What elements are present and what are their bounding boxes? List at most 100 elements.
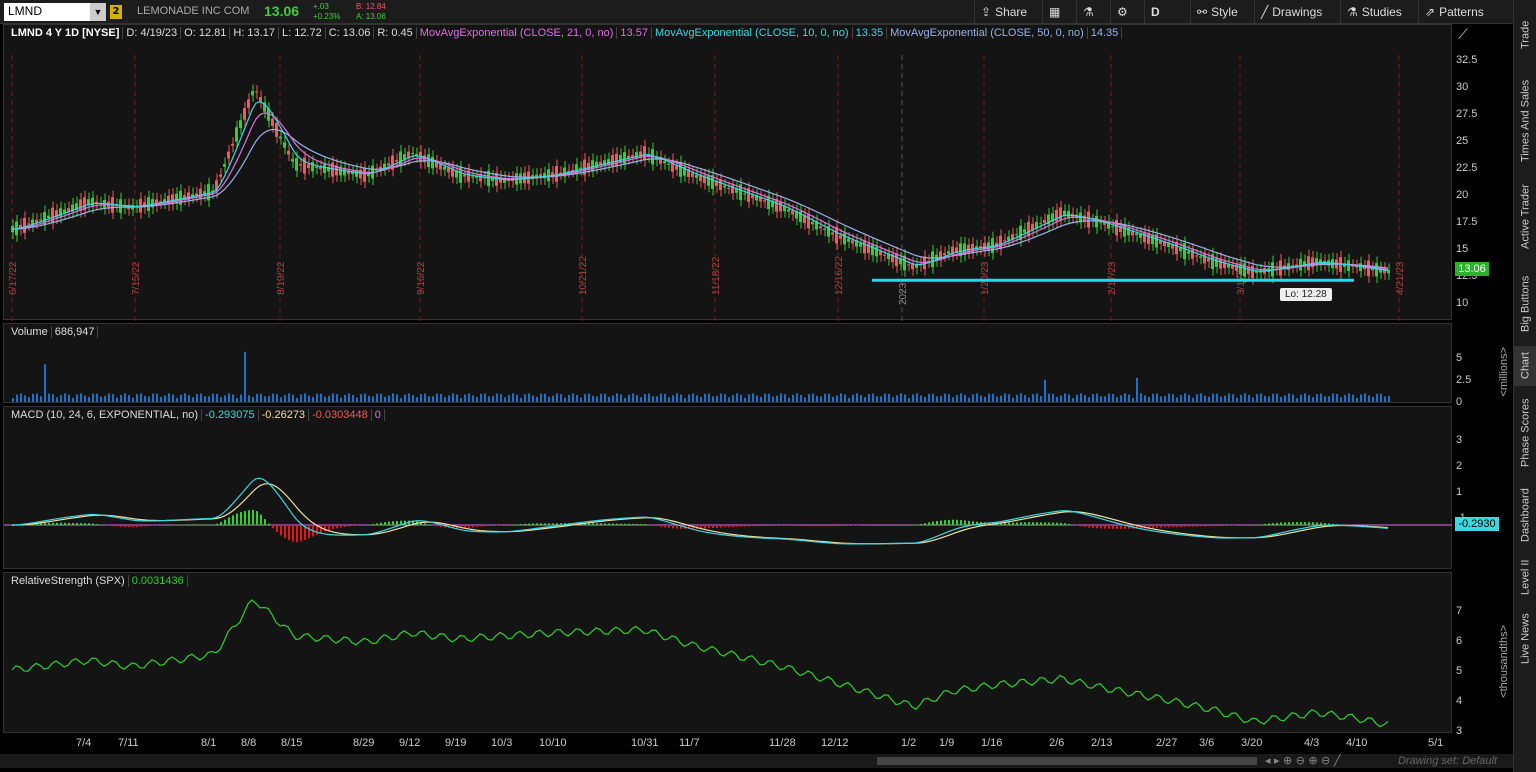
- macd-histogram-bar: [1272, 523, 1274, 525]
- volume-bar: [732, 395, 734, 402]
- volume-bar: [1024, 394, 1026, 402]
- sidebar-tab-times-and-sales[interactable]: Times And Sales: [1514, 72, 1536, 170]
- volume-bar: [1216, 393, 1218, 402]
- macd-histogram-bar: [1284, 522, 1286, 525]
- symbol-input[interactable]: LMND ▼: [4, 3, 106, 21]
- candle-body: [231, 143, 234, 146]
- flask-button[interactable]: ⚗: [1076, 0, 1104, 24]
- macd-histogram-bar: [340, 525, 342, 528]
- volume-bar: [668, 397, 670, 402]
- volume-bar: [44, 364, 46, 402]
- macd-pane[interactable]: MACD (10, 24, 6, EXPONENTIAL, no) -0.2930…: [3, 406, 1453, 570]
- symbol-dropdown-icon[interactable]: ▼: [90, 3, 106, 21]
- volume-bar: [1264, 395, 1266, 402]
- volume-chart[interactable]: [4, 324, 1453, 404]
- volume-bar: [1036, 393, 1038, 402]
- sidebar-tab-big-buttons[interactable]: Big Buttons: [1514, 264, 1536, 344]
- volume-pane[interactable]: Volume 686,947: [3, 323, 1452, 403]
- macd-histogram-bar: [184, 524, 186, 525]
- period-button[interactable]: D: [1144, 0, 1166, 24]
- candle-body: [387, 163, 390, 166]
- macd-histogram-bar: [112, 525, 114, 527]
- volume-bar: [1168, 393, 1170, 402]
- share-button[interactable]: ⇪ Share: [974, 0, 1033, 24]
- macd-histogram-bar: [336, 525, 338, 529]
- sidebar-tab-trade[interactable]: Trade: [1514, 0, 1536, 70]
- x-tick-label: 3/20: [1241, 737, 1263, 749]
- horizontal-scrollbar[interactable]: ◂ ▸ ⊕ ⊖ ⊕ ⊖ ╱ Drawing set: Default: [0, 754, 1513, 768]
- volume-bar: [1228, 393, 1230, 402]
- volume-bar: [908, 398, 910, 402]
- volume-bar: [812, 393, 814, 402]
- candle-body: [931, 251, 934, 268]
- zoom-controls[interactable]: ◂ ▸ ⊕ ⊖ ⊕ ⊖ ╱: [1265, 754, 1341, 767]
- sidebar-tab-level-ii[interactable]: Level II: [1514, 552, 1536, 602]
- scroll-thumb[interactable]: [877, 757, 1257, 765]
- macd-histogram-bar: [1056, 522, 1058, 525]
- draw-tool-icon[interactable]: ⟋: [1458, 27, 1468, 43]
- link-group-badge[interactable]: 2: [110, 5, 122, 19]
- studies-button[interactable]: ⚗ Studies: [1340, 0, 1408, 24]
- macd-histogram-bar: [80, 523, 82, 525]
- volume-bar: [1292, 394, 1294, 402]
- time-axis[interactable]: 7/4 7/11 8/1 8/8 8/15 8/29 9/12 9/19 10/3 10/10 10…: [3, 733, 1452, 753]
- volume-bar: [1112, 393, 1114, 402]
- rs-pane[interactable]: RelativeStrength (SPX) 0.0031436: [3, 572, 1452, 733]
- macd-histogram-bar: [744, 525, 746, 527]
- volume-bar: [284, 395, 286, 402]
- style-button[interactable]: ⚯ Style: [1190, 0, 1244, 24]
- grid-button[interactable]: ▦: [1042, 0, 1070, 24]
- axis-tick-label: 4: [1456, 695, 1463, 707]
- candle-body: [1219, 258, 1222, 269]
- macd-histogram-bar: [620, 523, 622, 525]
- price-chart[interactable]: 6/17/22 7/15/22 8/19/22 9/16/22 10/21/22 11/1…: [4, 25, 1453, 321]
- volume-bar: [848, 397, 850, 402]
- volume-bar: [444, 397, 446, 402]
- rs-chart[interactable]: [4, 573, 1453, 734]
- macd-histogram-bar: [628, 523, 630, 525]
- volume-bar: [1308, 395, 1310, 402]
- volume-bar: [948, 394, 950, 402]
- macd-histogram-bar: [280, 525, 282, 536]
- macd-axis[interactable]: 321-1: [1452, 406, 1513, 569]
- drawings-label: Drawings: [1272, 5, 1323, 19]
- last-price: 13.06: [264, 3, 300, 19]
- macd-histogram-bar: [192, 524, 194, 525]
- volume-bar: [1256, 394, 1258, 402]
- volume-bar: [452, 393, 454, 402]
- volume-bar: [376, 393, 378, 402]
- candle-body: [471, 176, 474, 178]
- sidebar-tab-dashboard[interactable]: Dashboard: [1514, 480, 1536, 550]
- macd-histogram-bar: [328, 525, 330, 531]
- macd-histogram-bar: [1004, 522, 1006, 525]
- macd-histogram-bar: [816, 525, 818, 527]
- sidebar-tab-chart[interactable]: Chart: [1514, 346, 1536, 386]
- volume-bar: [368, 395, 370, 402]
- date-separator-label: 9/16/22: [416, 261, 427, 295]
- volume-bar: [1128, 394, 1130, 402]
- macd-chart[interactable]: [4, 407, 1453, 570]
- candle-body: [1023, 229, 1026, 233]
- drawings-button[interactable]: ╱ Drawings: [1254, 0, 1328, 24]
- price-pane[interactable]: LMND 4 Y 1D [NYSE] D: 4/19/23 O: 12.81 H: 1…: [3, 24, 1453, 321]
- sidebar-tab-phase-scores[interactable]: Phase Scores: [1514, 388, 1536, 478]
- candle-body: [395, 159, 398, 162]
- macd-histogram-bar: [348, 525, 350, 527]
- macd-histogram-bar: [224, 519, 226, 525]
- macd-histogram-bar: [644, 524, 646, 525]
- volume-bar: [744, 397, 746, 402]
- volume-bar: [876, 396, 878, 402]
- sidebar-tab-active-trader[interactable]: Active Trader: [1514, 172, 1536, 262]
- volume-bar: [1084, 395, 1086, 402]
- macd-line: [11, 477, 1389, 545]
- volume-bar: [840, 393, 842, 402]
- macd-histogram-bar: [604, 523, 606, 525]
- settings-button[interactable]: ⚙: [1110, 0, 1138, 24]
- volume-bar: [240, 394, 242, 402]
- macd-histogram-bar: [1268, 523, 1270, 525]
- candle-body: [555, 166, 558, 182]
- patterns-button[interactable]: ⇗ Patterns: [1418, 0, 1490, 24]
- candle-body: [1059, 207, 1062, 221]
- sidebar-tab-live-news[interactable]: Live News: [1514, 604, 1536, 674]
- share-icon: ⇪: [981, 5, 992, 19]
